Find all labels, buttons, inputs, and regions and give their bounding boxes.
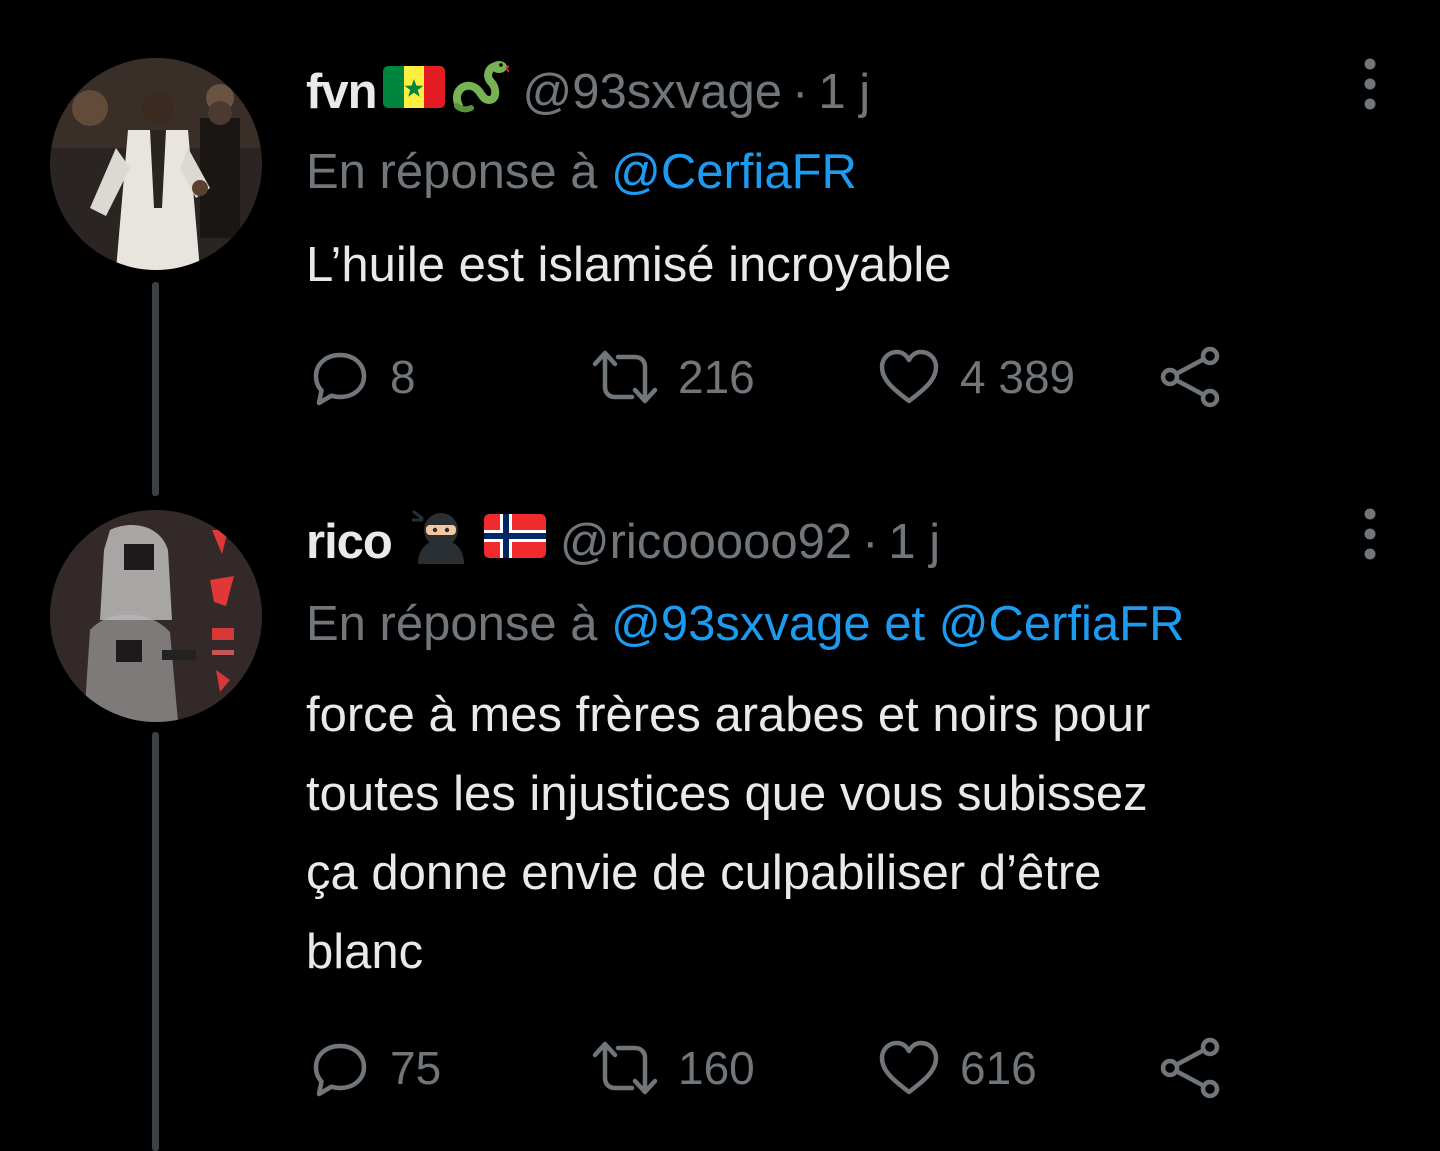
- thread-line: [152, 732, 159, 1151]
- like-button[interactable]: 616: [878, 1033, 1037, 1103]
- like-count: 616: [960, 1042, 1037, 1094]
- timestamp[interactable]: 1 j: [888, 514, 940, 570]
- reply-button[interactable]: 8: [310, 342, 416, 412]
- separator: ·: [792, 65, 809, 119]
- tweet-text: L’huile est islamisé incroyable: [306, 238, 952, 292]
- heart-icon: [879, 1040, 939, 1095]
- share-button[interactable]: [1158, 342, 1224, 412]
- more-options-icon[interactable]: [1358, 56, 1382, 112]
- reply-context: En réponse à @CerfiaFR: [306, 144, 857, 200]
- reply-context: En réponse à @93sxvage et @CerfiaFR: [306, 596, 1184, 652]
- norway-flag-icon: [483, 514, 546, 570]
- handle[interactable]: @93sxvage: [523, 64, 783, 120]
- share-button[interactable]: [1158, 1033, 1224, 1103]
- retweet-button[interactable]: 160: [592, 1033, 755, 1103]
- tweet-actions: 8 216 4 389: [306, 342, 1246, 412]
- reply-count: 8: [390, 351, 416, 403]
- ninja-icon: [411, 508, 470, 576]
- retweet-count: 160: [678, 1042, 755, 1094]
- tweet-header: fvn @93sxvage · 1 j: [306, 61, 870, 122]
- retweet-icon: [592, 350, 658, 404]
- separator: ·: [862, 515, 879, 569]
- heart-icon: [879, 349, 939, 404]
- thread-line: [152, 282, 159, 496]
- display-name[interactable]: fvn: [306, 64, 377, 120]
- avatar[interactable]: [50, 510, 262, 722]
- timestamp[interactable]: 1 j: [818, 64, 870, 120]
- senegal-flag-icon: [382, 64, 445, 120]
- share-icon: [1160, 346, 1220, 408]
- more-options-icon[interactable]: [1358, 506, 1382, 562]
- tweet[interactable]: fvn @93sxvage · 1 j En réponse à @Cerfia…: [0, 0, 1440, 500]
- retweet-button[interactable]: 216: [592, 342, 755, 412]
- reply-icon: [313, 352, 367, 406]
- handle[interactable]: @ricooooo92: [560, 514, 852, 570]
- snake-icon: [451, 58, 510, 126]
- display-name[interactable]: rico: [306, 514, 393, 570]
- like-button[interactable]: 4 389: [878, 342, 1075, 412]
- tweet-header: rico @ricooooo92 · 1 j: [306, 510, 940, 572]
- avatar-image: [50, 510, 262, 722]
- tweet[interactable]: rico @ricooooo92 · 1 j En réponse à @93s…: [0, 500, 1440, 1151]
- reply-prefix: En réponse à: [306, 145, 598, 199]
- avatar-image: [50, 58, 262, 270]
- avatar[interactable]: [50, 58, 262, 270]
- reply-button[interactable]: 75: [310, 1033, 441, 1103]
- reply-mention-link[interactable]: @CerfiaFR: [611, 145, 857, 199]
- reply-count: 75: [390, 1042, 442, 1094]
- reply-mention-link[interactable]: @93sxvage et @CerfiaFR: [611, 597, 1184, 651]
- retweet-count: 216: [678, 351, 755, 403]
- like-count: 4 389: [960, 351, 1076, 403]
- tweet-text: force à mes frères arabes et noirs pour …: [306, 688, 1151, 979]
- reply-prefix: En réponse à: [306, 597, 598, 651]
- reply-icon: [313, 1043, 367, 1097]
- retweet-icon: [592, 1041, 658, 1095]
- share-icon: [1160, 1037, 1220, 1099]
- tweet-actions: 75 160 616: [306, 1033, 1246, 1103]
